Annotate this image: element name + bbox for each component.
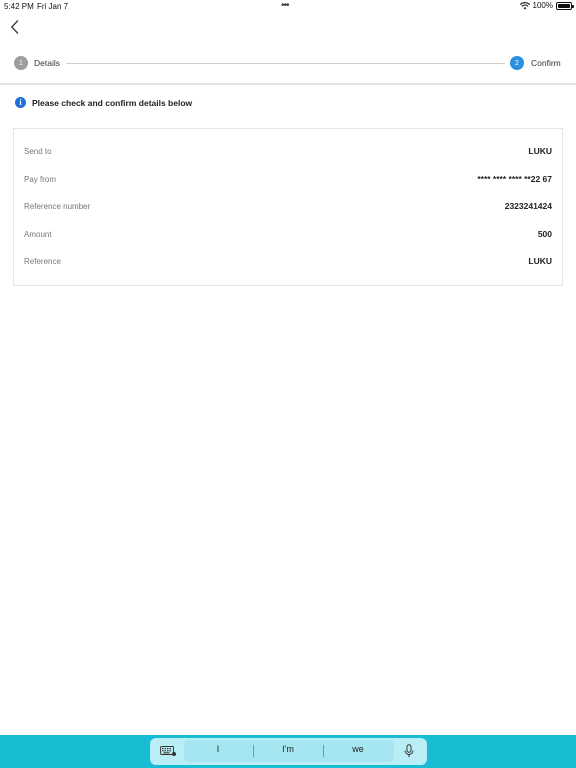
detail-value: LUKU (528, 256, 552, 266)
keyboard-shortcut-bar: I I'm we (0, 735, 576, 768)
suggestion-item[interactable]: I'm (258, 744, 318, 754)
suggestion-separator (323, 745, 324, 757)
status-date: Fri Jan 7 (37, 2, 69, 11)
suggestion-separator (253, 745, 254, 757)
detail-row-amount: Amount 500 (14, 225, 562, 245)
step-number-badge: 1 (14, 56, 28, 70)
detail-value: 2323241424 (504, 201, 552, 211)
step-number-badge: 2 (510, 56, 524, 70)
detail-label: Amount (24, 230, 52, 239)
battery-icon (556, 1, 574, 10)
wifi-icon (519, 1, 530, 9)
step-label: Confirm (531, 58, 561, 68)
detail-row-send-to: Send to LUKU (14, 142, 562, 162)
detail-value: LUKU (528, 146, 552, 156)
status-bar: 5:42 PM Fri Jan 7 ••• 100% (0, 0, 576, 12)
step-label: Details (34, 58, 60, 68)
progress-stepper: 1 Details 2 Confirm (0, 52, 576, 76)
multitasking-dots[interactable]: ••• (281, 0, 289, 11)
suggestion-item[interactable]: we (328, 744, 388, 754)
detail-row-reference: Reference LUKU (14, 252, 562, 272)
detail-row-reference-number: Reference number 2323241424 (14, 197, 562, 217)
microphone-icon[interactable] (404, 744, 414, 758)
step-connector-line (66, 63, 505, 64)
suggestion-item[interactable]: I (188, 744, 248, 754)
detail-label: Send to (24, 147, 52, 156)
predictive-text-bar: I I'm we (150, 738, 427, 765)
header-divider (0, 83, 576, 85)
detail-label: Reference number (24, 202, 91, 211)
suggestion-list: I I'm we (184, 740, 394, 762)
info-icon: i (15, 97, 26, 108)
keyboard-icon[interactable] (160, 746, 176, 756)
status-time: 5:42 PM (4, 2, 34, 11)
confirm-notice: i Please check and confirm details below (15, 97, 192, 108)
details-card: Send to LUKU Pay from **** **** **** **2… (13, 128, 563, 286)
detail-value: **** **** **** **22 67 (477, 174, 552, 184)
back-button[interactable] (6, 18, 22, 36)
detail-row-pay-from: Pay from **** **** **** **22 67 (14, 170, 562, 190)
notice-text: Please check and confirm details below (32, 97, 193, 108)
chevron-left-icon (10, 20, 18, 34)
detail-label: Pay from (24, 175, 57, 184)
detail-value: 500 (537, 229, 552, 239)
detail-label: Reference (24, 257, 61, 266)
status-indicators: 100% (519, 1, 574, 10)
battery-percent: 100% (532, 1, 553, 10)
